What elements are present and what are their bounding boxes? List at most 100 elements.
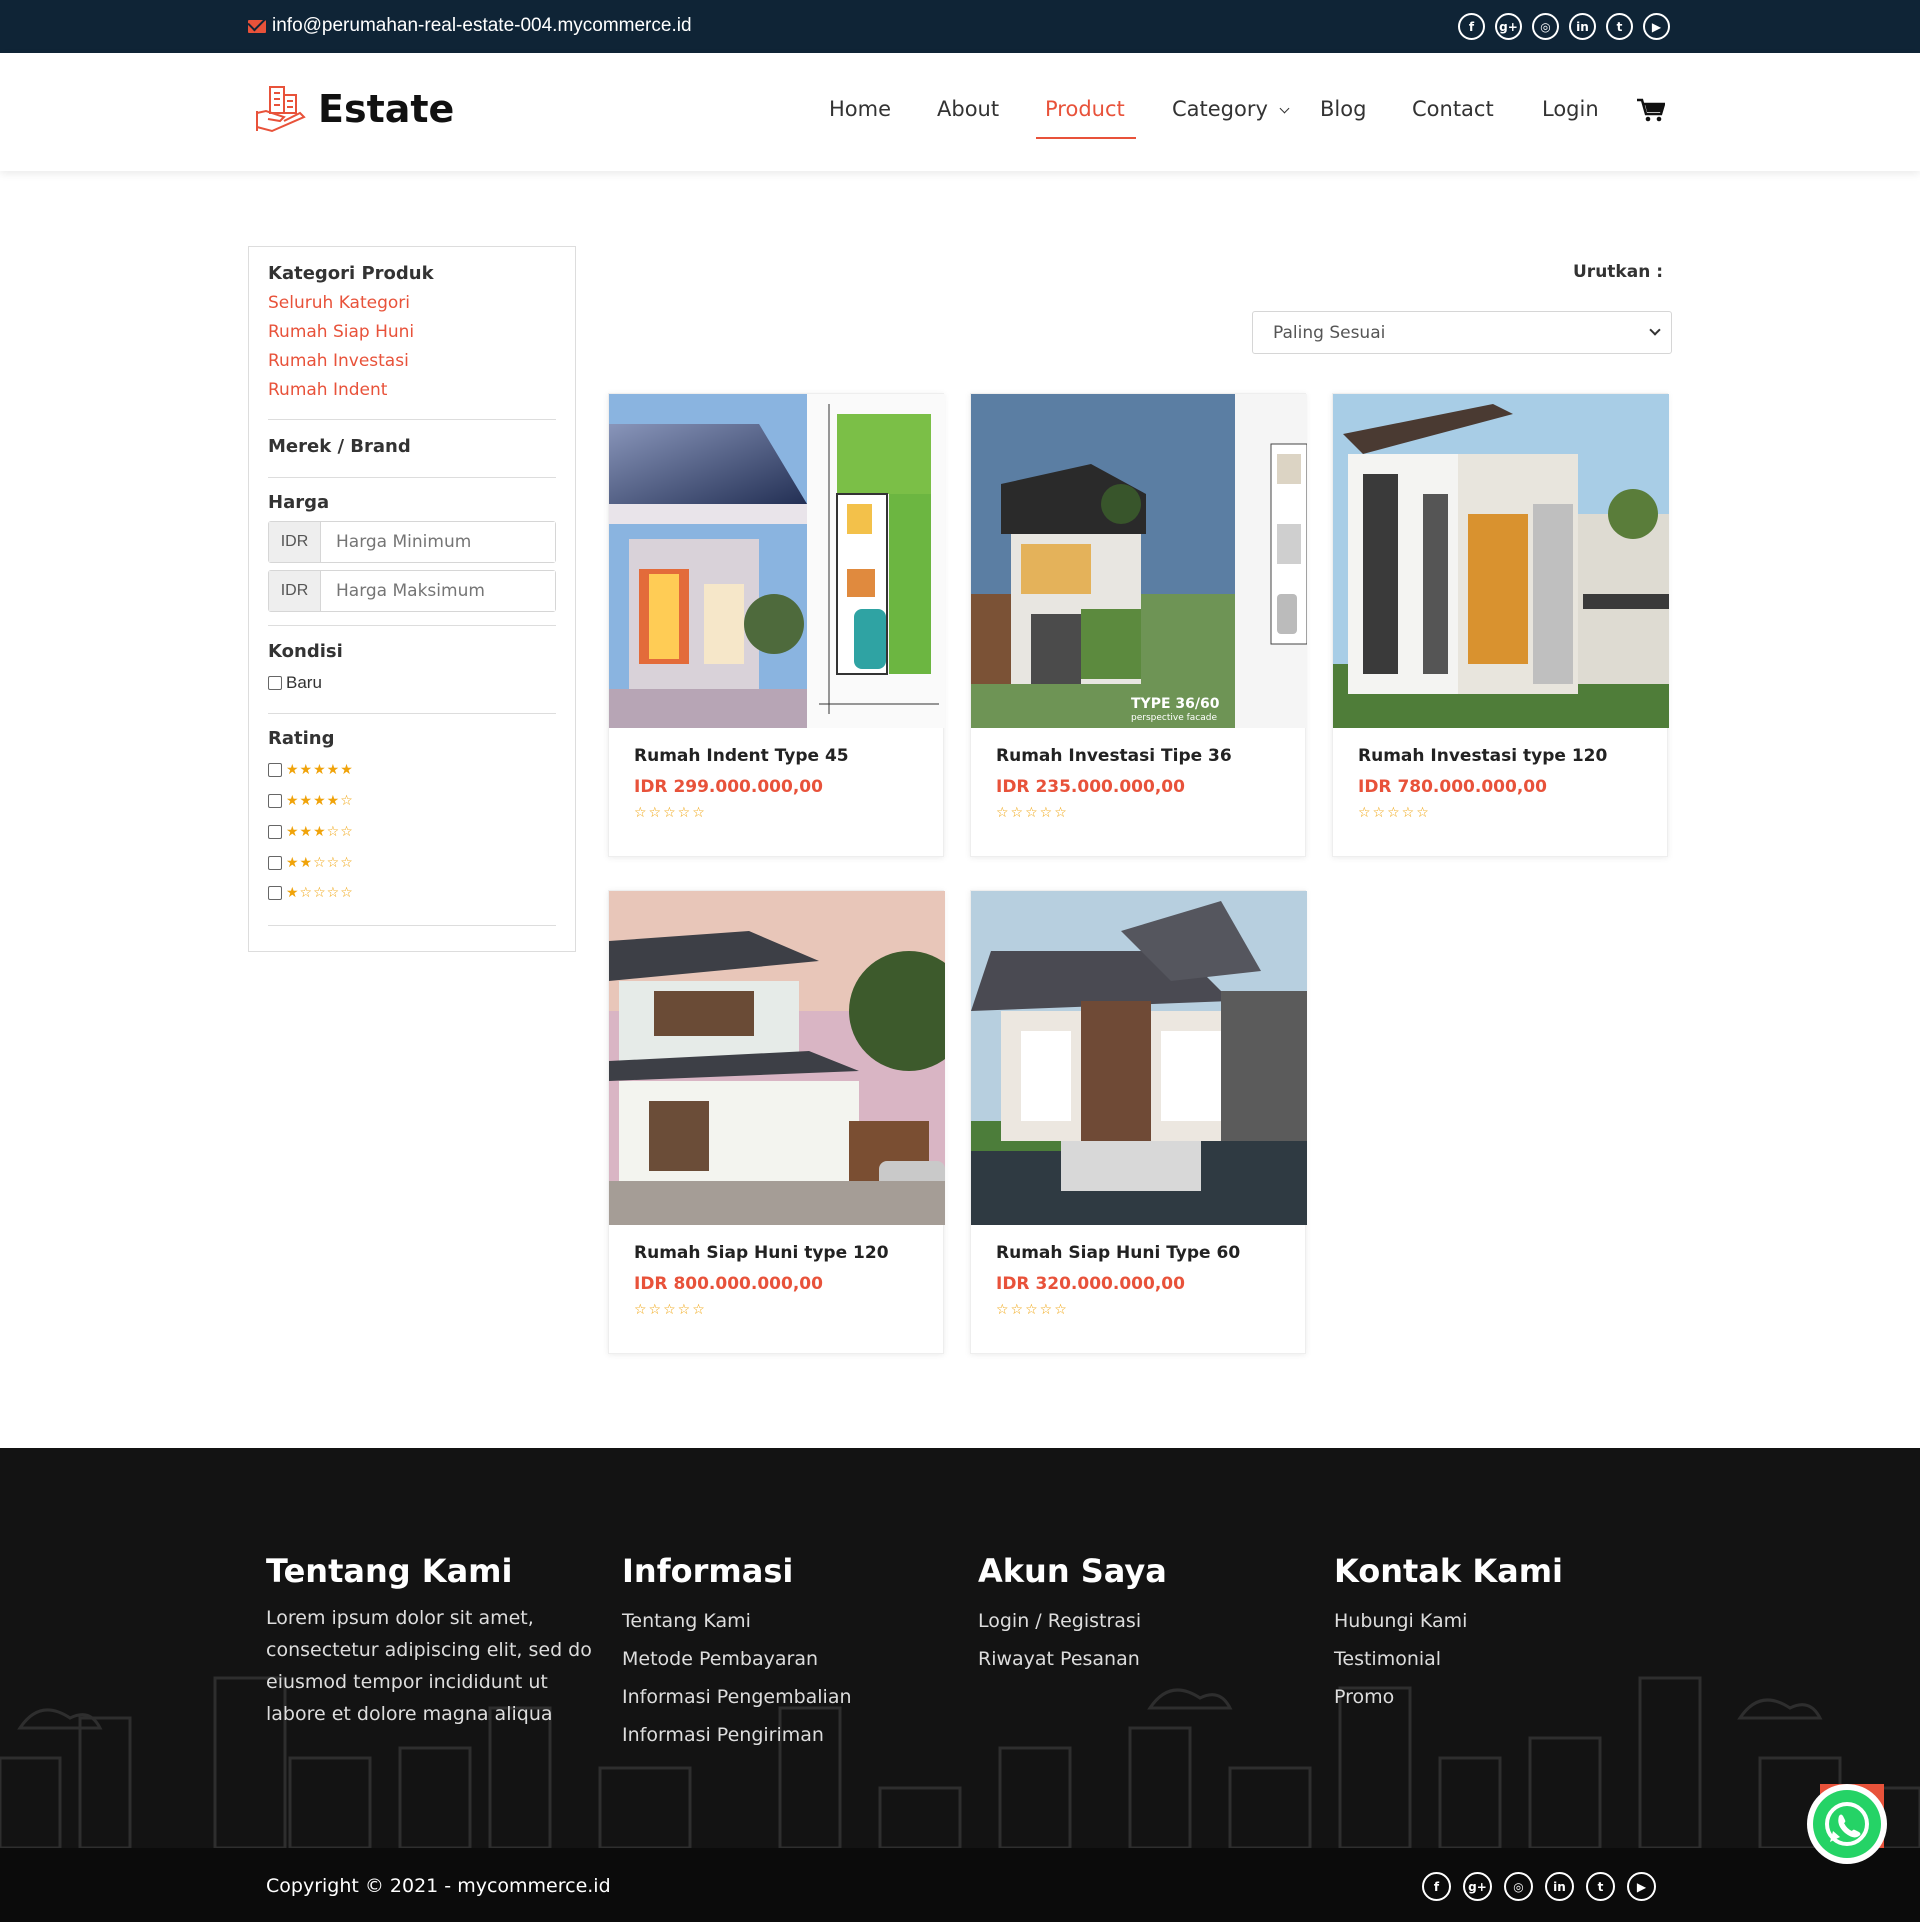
- whatsapp-icon: [1813, 1790, 1881, 1858]
- checkbox[interactable]: [268, 886, 282, 900]
- divider: [268, 713, 556, 714]
- condition-new-option[interactable]: Baru: [268, 673, 322, 693]
- instagram-icon[interactable]: ◎: [1504, 1872, 1533, 1901]
- footer-link[interactable]: Riwayat Pesanan: [978, 1640, 1167, 1678]
- main-header: Estate Home About Product Category Blog …: [0, 53, 1920, 171]
- chevron-down-icon: [1279, 103, 1290, 114]
- twitter-icon[interactable]: t: [1586, 1872, 1615, 1901]
- product-card[interactable]: TYPE 36/60 perspective facade Rumah Inve…: [970, 393, 1307, 857]
- checkbox[interactable]: [268, 825, 282, 839]
- nav-login[interactable]: Login: [1542, 97, 1599, 121]
- footer-link[interactable]: Tentang Kami: [622, 1602, 852, 1640]
- footer-info: Informasi Tentang Kami Metode Pembayaran…: [622, 1552, 852, 1754]
- rating-4-option[interactable]: ★★★★☆: [268, 793, 354, 809]
- product-title[interactable]: Rumah Indent Type 45: [634, 746, 849, 766]
- nav-category[interactable]: Category: [1172, 97, 1290, 121]
- category-investment[interactable]: Rumah Investasi: [268, 351, 409, 371]
- instagram-icon[interactable]: ◎: [1532, 13, 1559, 40]
- checkbox[interactable]: [268, 676, 282, 690]
- nav-category-label: Category: [1172, 97, 1268, 121]
- email-contact[interactable]: info@perumahan-real-estate-004.mycommerc…: [248, 15, 692, 37]
- cart-icon[interactable]: [1637, 98, 1665, 122]
- category-all[interactable]: Seluruh Kategori: [268, 293, 410, 313]
- envelope-icon: [248, 19, 266, 33]
- youtube-icon[interactable]: ▶: [1643, 13, 1670, 40]
- footer-link[interactable]: Testimonial: [1334, 1640, 1563, 1678]
- price-max-input[interactable]: [321, 571, 555, 611]
- main-nav: Home About Product Category Blog Contact…: [0, 97, 1920, 139]
- footer-about-title: Tentang Kami: [266, 1552, 513, 1590]
- product-image: [971, 891, 1307, 1225]
- footer-link[interactable]: Promo: [1334, 1678, 1563, 1716]
- sort-label: Urutkan :: [1573, 262, 1664, 282]
- facebook-icon[interactable]: f: [1458, 13, 1485, 40]
- checkbox[interactable]: [268, 794, 282, 808]
- footer-link[interactable]: Login / Registrasi: [978, 1602, 1167, 1640]
- currency-addon: IDR: [269, 522, 321, 562]
- product-title[interactable]: Rumah Siap Huni Type 60: [996, 1243, 1240, 1263]
- facebook-icon[interactable]: f: [1422, 1872, 1451, 1901]
- google-plus-icon[interactable]: g+: [1495, 13, 1522, 40]
- product-price: IDR 780.000.000,00: [1358, 777, 1547, 797]
- checkbox[interactable]: [268, 856, 282, 870]
- nav-blog[interactable]: Blog: [1320, 97, 1366, 121]
- nav-contact[interactable]: Contact: [1412, 97, 1494, 121]
- footer-link[interactable]: Metode Pembayaran: [622, 1640, 852, 1678]
- nav-about[interactable]: About: [937, 97, 999, 121]
- divider: [268, 925, 556, 926]
- product-title[interactable]: Rumah Investasi Tipe 36: [996, 746, 1232, 766]
- filter-sidebar: Kategori Produk Seluruh Kategori Rumah S…: [248, 246, 576, 952]
- active-nav-underline: [1036, 137, 1136, 139]
- page: info@perumahan-real-estate-004.mycommerc…: [0, 0, 1920, 1922]
- product-card[interactable]: Rumah Investasi type 120 IDR 780.000.000…: [1332, 393, 1669, 857]
- category-indent[interactable]: Rumah Indent: [268, 380, 387, 400]
- google-plus-icon[interactable]: g+: [1463, 1872, 1492, 1901]
- sort-select[interactable]: Paling Sesuai: [1252, 311, 1672, 354]
- footer-social-links: f g+ ◎ in t ▶: [1422, 1872, 1656, 1901]
- rating-1-option[interactable]: ★☆☆☆☆: [268, 885, 354, 901]
- footer-info-title: Informasi: [622, 1552, 794, 1590]
- linkedin-icon[interactable]: in: [1569, 13, 1596, 40]
- email-text: info@perumahan-real-estate-004.mycommerc…: [272, 15, 692, 36]
- top-social-links: f g+ ◎ in t ▶: [1458, 13, 1670, 40]
- product-rating: ☆☆☆☆☆: [634, 805, 707, 821]
- footer-link[interactable]: Informasi Pengiriman: [622, 1716, 852, 1754]
- rating-2-option[interactable]: ★★☆☆☆: [268, 855, 354, 871]
- product-title[interactable]: Rumah Siap Huni type 120: [634, 1243, 889, 1263]
- product-rating: ☆☆☆☆☆: [996, 805, 1069, 821]
- category-ready-house[interactable]: Rumah Siap Huni: [268, 322, 414, 342]
- footer-link[interactable]: Hubungi Kami: [1334, 1602, 1563, 1640]
- divider: [268, 625, 556, 626]
- divider: [268, 477, 556, 478]
- rating-5-option[interactable]: ★★★★★: [268, 762, 354, 778]
- rating-title: Rating: [268, 728, 335, 749]
- product-price: IDR 800.000.000,00: [634, 1274, 823, 1294]
- nav-home[interactable]: Home: [829, 97, 891, 121]
- nav-product[interactable]: Product: [1045, 97, 1125, 121]
- price-max-group: IDR: [268, 570, 556, 612]
- footer-account: Akun Saya Login / Registrasi Riwayat Pes…: [978, 1552, 1167, 1678]
- sort-selected-value: Paling Sesuai: [1273, 322, 1386, 343]
- footer-about-text: Lorem ipsum dolor sit amet, consectetur …: [266, 1607, 592, 1725]
- product-title[interactable]: Rumah Investasi type 120: [1358, 746, 1607, 766]
- product-card[interactable]: Rumah Indent Type 45 IDR 299.000.000,00 …: [608, 393, 945, 857]
- footer-link[interactable]: Informasi Pengembalian: [622, 1678, 852, 1716]
- whatsapp-chat-button[interactable]: [1807, 1784, 1887, 1864]
- twitter-icon[interactable]: t: [1606, 13, 1633, 40]
- copyright-text: Copyright © 2021 - mycommerce.id: [266, 1875, 611, 1897]
- linkedin-icon[interactable]: in: [1545, 1872, 1574, 1901]
- price-min-group: IDR: [268, 521, 556, 563]
- footer-contact-title: Kontak Kami: [1334, 1552, 1564, 1590]
- product-image: TYPE 36/60 perspective facade: [971, 394, 1307, 728]
- checkbox[interactable]: [268, 763, 282, 777]
- chevron-down-icon: [1649, 324, 1661, 336]
- rating-3-option[interactable]: ★★★☆☆: [268, 824, 354, 840]
- product-card[interactable]: Rumah Siap Huni type 120 IDR 800.000.000…: [608, 890, 945, 1354]
- youtube-icon[interactable]: ▶: [1627, 1872, 1656, 1901]
- footer-contact: Kontak Kami Hubungi Kami Testimonial Pro…: [1334, 1552, 1563, 1716]
- brand-title: Merek / Brand: [268, 436, 411, 457]
- product-card[interactable]: Rumah Siap Huni Type 60 IDR 320.000.000,…: [970, 890, 1307, 1354]
- price-min-input[interactable]: [321, 522, 555, 562]
- currency-addon: IDR: [269, 571, 321, 611]
- product-price: IDR 299.000.000,00: [634, 777, 823, 797]
